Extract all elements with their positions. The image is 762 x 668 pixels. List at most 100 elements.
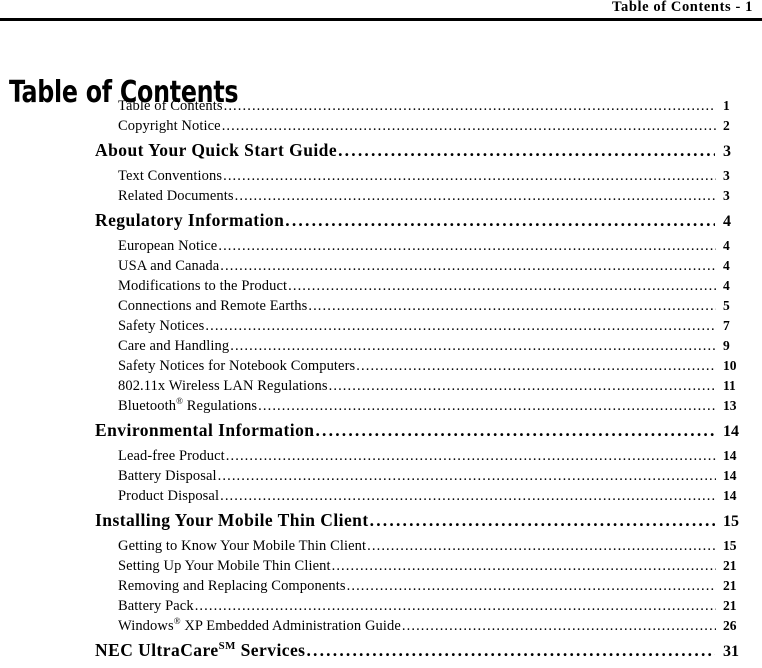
toc-entry[interactable]: Related Documents.......................… <box>0 186 762 206</box>
toc-entry[interactable]: Care and Handling.......................… <box>0 336 762 356</box>
toc-dot-leader: ........................................… <box>401 618 716 634</box>
toc-entry-label: Table of Contents <box>118 98 223 114</box>
toc-entry[interactable]: Installing Your Mobile Thin Client......… <box>0 506 762 536</box>
toc-entry[interactable]: Getting to Know Your Mobile Thin Client.… <box>0 536 762 556</box>
toc-page-number: 4 <box>723 258 730 273</box>
toc-dot-leader: ........................................… <box>328 378 716 394</box>
toc-entry[interactable]: Lead-free Product.......................… <box>0 446 762 466</box>
toc-entry[interactable]: Table of Contents.......................… <box>0 96 762 116</box>
toc-page-number: 4 <box>723 278 730 293</box>
toc-dot-leader: ........................................… <box>217 468 716 484</box>
toc-dot-leader: ........................................… <box>356 358 716 374</box>
toc-entry-label-tail: XP Embedded Administration Guide <box>180 618 401 634</box>
toc-entry-label: Regulatory Information <box>95 210 285 230</box>
toc-page-number: 3 <box>723 188 730 203</box>
toc-dot-leader: ........................................… <box>338 140 715 160</box>
trademark-superscript: SM <box>218 640 236 653</box>
toc-page-number: 7 <box>723 318 730 333</box>
toc-page-number: 21 <box>723 598 737 613</box>
toc-entry-label: Modifications to the Product <box>118 278 288 294</box>
toc-entry[interactable]: Connections and Remote Earths...........… <box>0 296 762 316</box>
toc-entry-label: USA and Canada <box>118 258 220 274</box>
toc-page-number: 15 <box>723 538 737 553</box>
toc-entry-label: Setting Up Your Mobile Thin Client <box>118 558 331 574</box>
toc-page-number: 11 <box>723 378 736 393</box>
toc-page-number: 14 <box>723 488 737 503</box>
toc-dot-leader: ........................................… <box>225 448 716 464</box>
toc-entry[interactable]: Environmental Information...............… <box>0 416 762 446</box>
toc-entry[interactable]: Removing and Replacing Components.......… <box>0 576 762 596</box>
toc-entry[interactable]: Safety Notices..........................… <box>0 316 762 336</box>
toc-dot-leader: ........................................… <box>308 298 716 314</box>
toc-entry-label: Installing Your Mobile Thin Client <box>95 510 369 530</box>
toc-entry[interactable]: NEC UltraCareSM Services................… <box>0 636 762 666</box>
toc-entry-label: NEC UltraCareSM Services <box>95 640 306 660</box>
toc-page-number: 21 <box>723 558 737 573</box>
toc-dot-leader: ........................................… <box>234 188 716 204</box>
toc-entry-label: Safety Notices for Notebook Computers <box>118 358 356 374</box>
table-of-contents-list: Table of Contents.......................… <box>0 96 762 666</box>
toc-entry[interactable]: European Notice.........................… <box>0 236 762 256</box>
toc-dot-leader: ........................................… <box>220 488 716 504</box>
toc-page-number: 31 <box>723 643 739 660</box>
toc-entry-label: Battery Pack <box>118 598 194 614</box>
toc-page-number: 15 <box>723 513 739 530</box>
toc-dot-leader: ........................................… <box>346 578 716 594</box>
toc-entry-label: Safety Notices <box>118 318 205 334</box>
toc-entry-label: Getting to Know Your Mobile Thin Client <box>118 538 367 554</box>
toc-page-number: 9 <box>723 338 730 353</box>
toc-entry[interactable]: Safety Notices for Notebook Computers...… <box>0 356 762 376</box>
toc-entry-label: Product Disposal <box>118 488 220 504</box>
toc-entry[interactable]: Regulatory Information..................… <box>0 206 762 236</box>
toc-entry-label: About Your Quick Start Guide <box>95 140 338 160</box>
toc-entry-label: Care and Handling <box>118 338 230 354</box>
toc-entry[interactable]: Product Disposal........................… <box>0 486 762 506</box>
toc-page-number: 4 <box>723 238 730 253</box>
toc-dot-leader: ........................................… <box>223 98 716 114</box>
toc-entry-label-tail: Services <box>235 640 306 660</box>
toc-page-number: 3 <box>723 168 730 183</box>
toc-page-number: 13 <box>723 398 737 413</box>
toc-dot-leader: ........................................… <box>288 278 716 294</box>
toc-page-number: 14 <box>723 448 737 463</box>
toc-page-number: 10 <box>723 358 737 373</box>
toc-dot-leader: ........................................… <box>218 238 716 254</box>
toc-dot-leader: ........................................… <box>331 558 716 574</box>
toc-entry-label: Windows® XP Embedded Administration Guid… <box>118 616 401 634</box>
toc-entry[interactable]: Battery Pack............................… <box>0 596 762 616</box>
toc-entry[interactable]: Setting Up Your Mobile Thin Client......… <box>0 556 762 576</box>
toc-dot-leader: ........................................… <box>367 538 716 554</box>
toc-dot-leader: ........................................… <box>285 210 715 230</box>
toc-dot-leader: ........................................… <box>194 598 716 614</box>
toc-page-number: 2 <box>723 118 730 133</box>
toc-page-number: 3 <box>723 143 731 160</box>
toc-page-number: 1 <box>723 98 730 113</box>
toc-page-number: 26 <box>723 618 737 633</box>
running-header-text: Table of Contents - 1 <box>612 0 753 15</box>
toc-entry-label: Removing and Replacing Components <box>118 578 346 594</box>
toc-entry[interactable]: 802.11x Wireless LAN Regulations........… <box>0 376 762 396</box>
toc-entry[interactable]: Modifications to the Product............… <box>0 276 762 296</box>
toc-page-number: 14 <box>723 423 739 440</box>
toc-entry-label: Text Conventions <box>118 168 223 184</box>
toc-entry[interactable]: About Your Quick Start Guide............… <box>0 136 762 166</box>
toc-entry-label: 802.11x Wireless LAN Regulations <box>118 378 328 394</box>
toc-dot-leader: ........................................… <box>230 338 716 354</box>
trademark-superscript: ® <box>176 396 184 407</box>
toc-entry[interactable]: Copyright Notice........................… <box>0 116 762 136</box>
toc-dot-leader: ........................................… <box>315 420 715 440</box>
toc-dot-leader: ........................................… <box>220 258 716 274</box>
trademark-superscript: ® <box>173 616 181 627</box>
toc-entry-label: European Notice <box>118 238 218 254</box>
toc-entry[interactable]: USA and Canada..........................… <box>0 256 762 276</box>
toc-page-number: 4 <box>723 213 731 230</box>
toc-entry[interactable]: Battery Disposal........................… <box>0 466 762 486</box>
toc-entry[interactable]: Windows® XP Embedded Administration Guid… <box>0 616 762 636</box>
toc-entry-label: Environmental Information <box>95 420 315 440</box>
toc-dot-leader: ........................................… <box>205 318 716 334</box>
toc-entry-label: Related Documents <box>118 188 234 204</box>
toc-page-number: 21 <box>723 578 737 593</box>
toc-entry[interactable]: Text Conventions........................… <box>0 166 762 186</box>
toc-entry[interactable]: Bluetooth® Regulations..................… <box>0 396 762 416</box>
toc-entry-label: Copyright Notice <box>118 118 221 134</box>
